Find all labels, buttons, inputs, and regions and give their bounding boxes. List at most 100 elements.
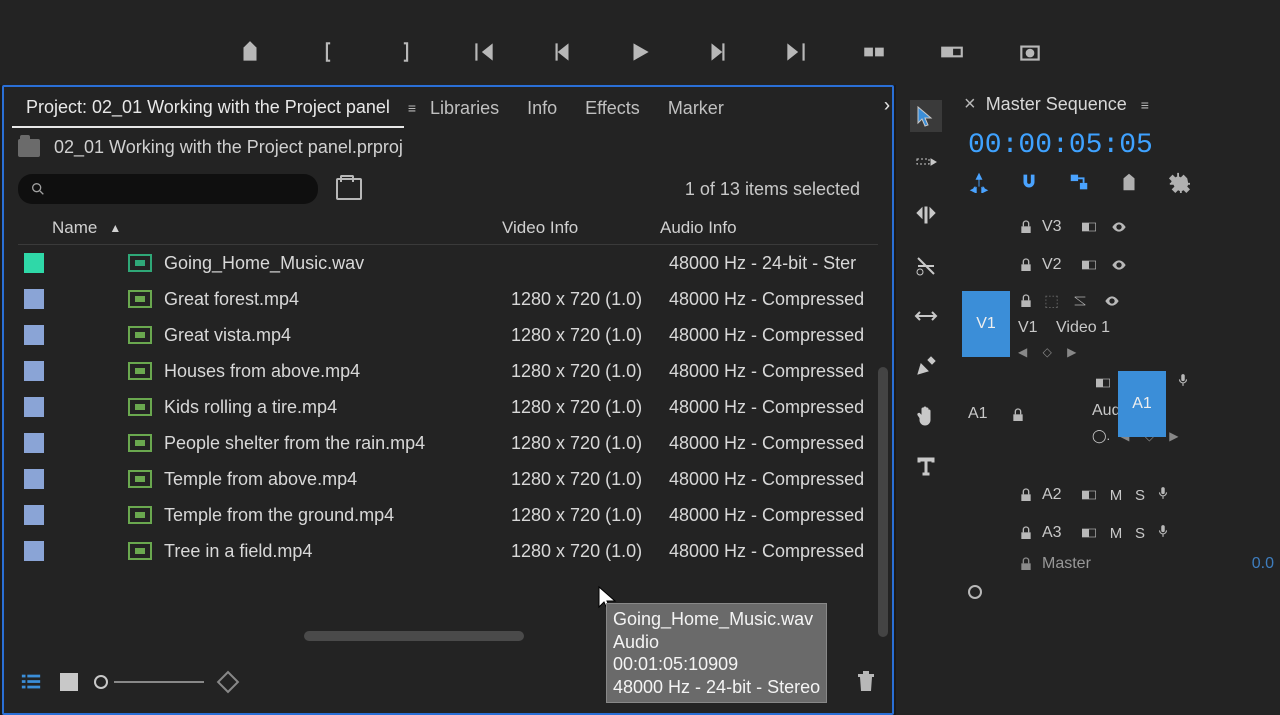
solo-button[interactable]: S: [1132, 525, 1148, 542]
track-v3[interactable]: V3: [962, 209, 1274, 245]
go-to-in-icon[interactable]: [471, 39, 497, 65]
source-patch-v1[interactable]: V1: [962, 291, 1010, 357]
sync-lock-icon[interactable]: [1078, 487, 1100, 503]
table-row[interactable]: People shelter from the rain.mp41280 x 7…: [18, 425, 878, 461]
table-row[interactable]: Kids rolling a tire.mp41280 x 720 (1.0)4…: [18, 389, 878, 425]
vertical-scrollbar[interactable]: [878, 367, 888, 637]
table-row[interactable]: Going_Home_Music.wav48000 Hz - 24-bit - …: [18, 245, 878, 281]
step-forward-icon[interactable]: [705, 39, 731, 65]
list-view-button[interactable]: [18, 671, 44, 693]
video-info: 1280 x 720 (1.0): [499, 361, 657, 382]
bracket-right-icon[interactable]: [393, 39, 419, 65]
export-frame-icon[interactable]: [1017, 39, 1043, 65]
solo-button[interactable]: S: [1132, 487, 1148, 504]
track-a3[interactable]: A3 M S: [962, 515, 1274, 551]
table-row[interactable]: Houses from above.mp41280 x 720 (1.0)480…: [18, 353, 878, 389]
voiceover-icon[interactable]: [1156, 522, 1172, 545]
sort-asc-icon: ▲: [109, 221, 121, 235]
eye-icon[interactable]: [1101, 293, 1123, 309]
nest-icon[interactable]: [968, 171, 990, 193]
track-select-tool[interactable]: [910, 150, 942, 182]
tab-marker[interactable]: Marker: [654, 90, 738, 127]
col-video-info[interactable]: Video Info: [502, 218, 660, 238]
lock-icon[interactable]: [1018, 525, 1034, 541]
markers-icon[interactable]: [1118, 171, 1140, 193]
eye-icon[interactable]: [1108, 219, 1130, 235]
sync-lock-icon[interactable]: [1092, 375, 1114, 391]
tab-project[interactable]: Project: 02_01 Working with the Project …: [12, 89, 404, 128]
eye-icon[interactable]: [1108, 257, 1130, 273]
bin-icon: [18, 139, 40, 157]
insert-icon[interactable]: [861, 39, 887, 65]
sync-lock-icon[interactable]: [1078, 257, 1100, 273]
track-a2[interactable]: A2 M S: [962, 477, 1274, 513]
mute-button[interactable]: M: [1108, 487, 1124, 504]
col-frame-rate[interactable]: [472, 218, 502, 238]
type-tool[interactable]: [910, 450, 942, 482]
track-v1[interactable]: V1 ⬚ V1 Video 1 ◀ ◇ ▶: [962, 285, 1274, 363]
sequence-menu-icon[interactable]: ≡: [1141, 97, 1149, 113]
close-sequence-icon[interactable]: ×: [964, 93, 976, 116]
sync-lock-icon[interactable]: [1069, 293, 1091, 309]
track-a1[interactable]: A1 A1 M S Audio 1 ◯.◀ ◇ ▶: [962, 365, 1274, 475]
settings-icon[interactable]: [1168, 171, 1190, 193]
tab-libraries[interactable]: Libraries: [416, 90, 513, 127]
search-input[interactable]: [18, 174, 318, 204]
step-back-icon[interactable]: [549, 39, 575, 65]
lock-icon[interactable]: [1018, 556, 1034, 572]
tab-effects[interactable]: Effects: [571, 90, 654, 127]
icon-view-button[interactable]: [60, 673, 78, 691]
clip-type-icon: [128, 398, 152, 416]
ripple-edit-tool[interactable]: [910, 200, 942, 232]
voiceover-icon[interactable]: [1156, 484, 1172, 507]
keyframe-nav[interactable]: ◀ ◇ ▶: [1018, 345, 1123, 359]
slip-tool[interactable]: [910, 300, 942, 332]
project-file-row[interactable]: 02_01 Working with the Project panel.prp…: [4, 127, 892, 168]
clear-button[interactable]: [854, 668, 878, 696]
horizontal-scrollbar[interactable]: [304, 631, 524, 641]
timecode[interactable]: 00:00:05:05: [962, 124, 1274, 171]
col-name[interactable]: Name▲: [52, 218, 472, 238]
timeline-zoom-slider[interactable]: [968, 585, 982, 599]
source-patch-a1[interactable]: A1: [1118, 371, 1166, 437]
panel-menu-icon[interactable]: ≡: [408, 100, 416, 116]
label-color-chip: [24, 541, 44, 561]
sync-lock-icon[interactable]: [1078, 219, 1100, 235]
clip-name: Temple from above.mp4: [164, 469, 499, 490]
sequence-name[interactable]: Master Sequence: [986, 94, 1127, 115]
sort-icons-button[interactable]: [217, 671, 240, 694]
clip-name: Houses from above.mp4: [164, 361, 499, 382]
marker-in-icon[interactable]: [237, 39, 263, 65]
bracket-left-icon[interactable]: [315, 39, 341, 65]
overwrite-icon[interactable]: [939, 39, 965, 65]
go-to-out-icon[interactable]: [783, 39, 809, 65]
sync-lock-icon[interactable]: [1078, 525, 1100, 541]
new-bin-button[interactable]: [336, 178, 362, 200]
track-v2[interactable]: V2: [962, 247, 1274, 283]
voiceover-icon[interactable]: [1176, 371, 1192, 394]
selection-tool[interactable]: [910, 100, 942, 132]
razor-tool[interactable]: [910, 250, 942, 282]
table-row[interactable]: Tree in a field.mp41280 x 720 (1.0)48000…: [18, 533, 878, 569]
col-audio-info[interactable]: Audio Info: [660, 218, 878, 238]
clip-type-icon: [128, 254, 152, 272]
play-icon[interactable]: [627, 39, 653, 65]
track-master[interactable]: Master 0.0: [962, 553, 1274, 575]
table-row[interactable]: Temple from the ground.mp41280 x 720 (1.…: [18, 497, 878, 533]
table-row[interactable]: Great forest.mp41280 x 720 (1.0)48000 Hz…: [18, 281, 878, 317]
lock-icon[interactable]: [1018, 219, 1034, 235]
tab-info[interactable]: Info: [513, 90, 571, 127]
lock-icon[interactable]: [1010, 407, 1026, 423]
lock-icon[interactable]: [1018, 487, 1034, 503]
table-row[interactable]: Great vista.mp41280 x 720 (1.0)48000 Hz …: [18, 317, 878, 353]
pen-tool[interactable]: [910, 350, 942, 382]
lock-icon[interactable]: [1018, 257, 1034, 273]
video-info: 1280 x 720 (1.0): [499, 325, 657, 346]
lock-icon[interactable]: [1018, 293, 1034, 309]
mute-button[interactable]: M: [1108, 525, 1124, 542]
linked-selection-icon[interactable]: [1068, 171, 1090, 193]
thumbnail-zoom-slider[interactable]: [94, 675, 204, 689]
table-row[interactable]: Temple from above.mp41280 x 720 (1.0)480…: [18, 461, 878, 497]
snap-icon[interactable]: [1018, 171, 1040, 193]
hand-tool[interactable]: [910, 400, 942, 432]
